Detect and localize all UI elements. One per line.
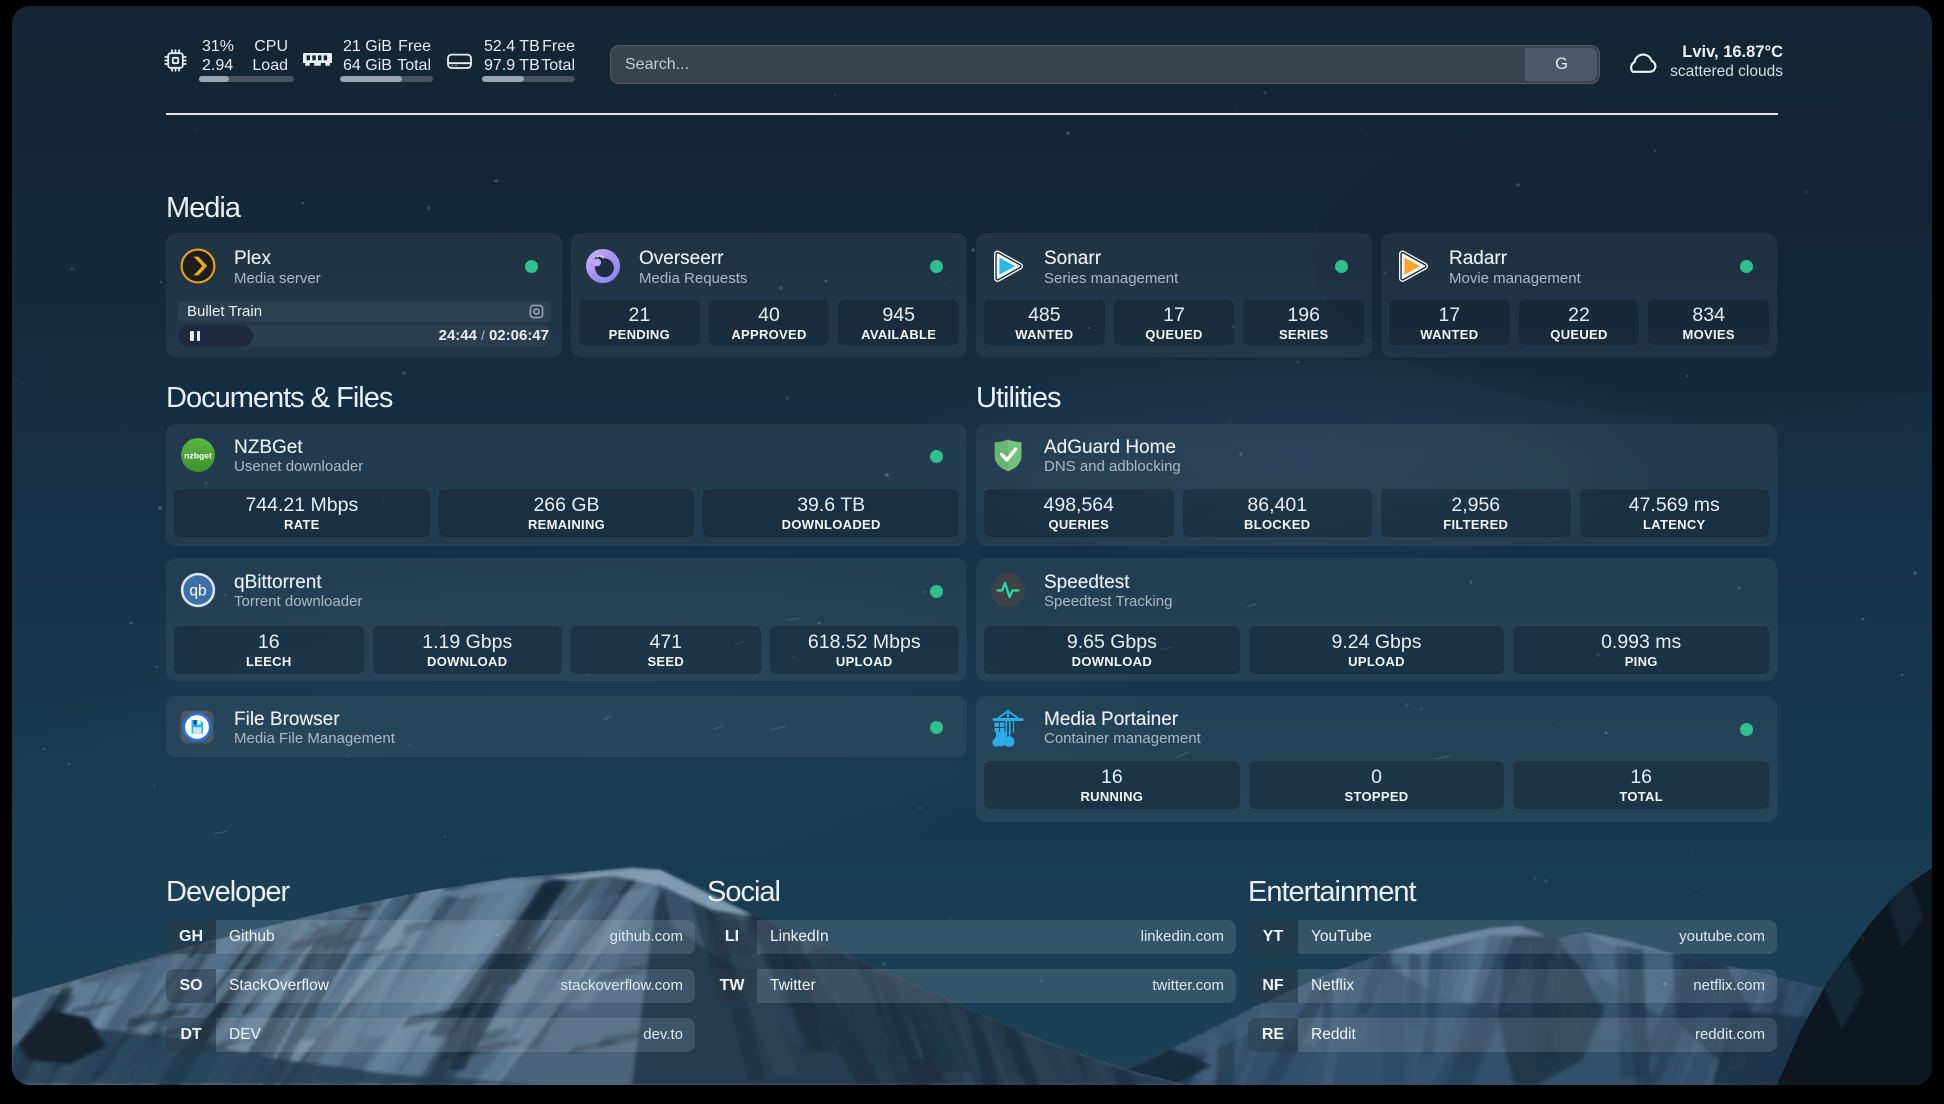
svg-text:nzbget: nzbget xyxy=(184,451,212,461)
svg-text:qb: qb xyxy=(189,583,206,600)
